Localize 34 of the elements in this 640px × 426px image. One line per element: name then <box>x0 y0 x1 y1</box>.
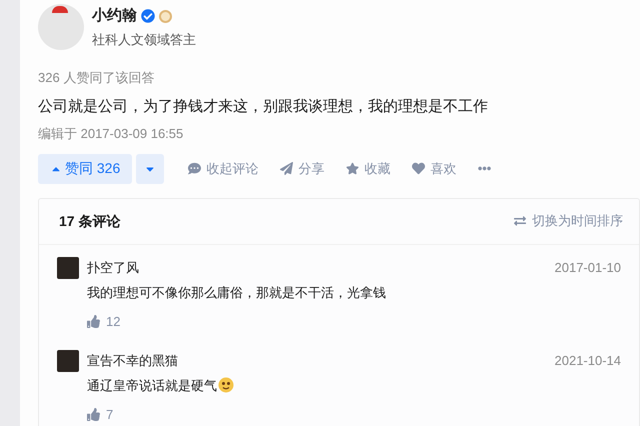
verified-icon <box>141 9 155 24</box>
user-avatar <box>57 350 79 372</box>
comment-text: 我的理想可不像你那么庸俗，那就是不干活，光拿钱 <box>87 284 386 302</box>
thumbs-up-icon <box>87 408 100 422</box>
hat-icon <box>52 6 68 13</box>
badge-icon <box>159 10 172 23</box>
thumbs-up-icon <box>87 315 100 328</box>
action-button[interactable]: 喜欢 <box>412 158 456 178</box>
upvote-button[interactable]: 赞同 326 <box>38 154 132 184</box>
comment-user[interactable]: 宣告不幸的黑猫 <box>87 350 178 370</box>
comment-user[interactable]: 扑空了风 <box>87 258 139 278</box>
user-avatar <box>57 256 79 278</box>
like-button[interactable]: 12 <box>87 312 120 332</box>
comment-text: 通辽皇帝说话就是硬气 <box>87 376 217 394</box>
comment-date: 2017-01-10 <box>554 258 621 277</box>
speech-bubble-icon <box>188 162 202 175</box>
author-name[interactable]: 小约翰 <box>92 5 137 28</box>
heart-icon <box>412 162 426 175</box>
action-button[interactable]: 收起评论 <box>188 158 258 178</box>
swap-icon <box>514 215 526 227</box>
vote-summary: 326 人赞同了该回答 <box>38 69 156 87</box>
paper-plane-icon <box>280 162 294 175</box>
smiling-face-icon <box>218 377 234 394</box>
downvote-button[interactable] <box>136 154 164 184</box>
author-title: 社科人文领域答主 <box>92 30 196 48</box>
comment-count: 17 条评论 <box>59 212 120 230</box>
comment-date: 2021-10-14 <box>554 352 621 370</box>
action-button[interactable]: 收藏 <box>346 158 390 178</box>
like-button[interactable]: 7 <box>87 405 114 424</box>
action-button[interactable]: 分享 <box>280 158 324 178</box>
edit-date: 编辑于 2017-03-09 16:55 <box>38 125 184 143</box>
sort-toggle[interactable]: 切换为时间排序 <box>514 211 623 231</box>
star-icon <box>346 162 360 175</box>
answer-text: 公司就是公司，为了挣钱才来这，别跟我谈理想，我的理想是不工作 <box>38 96 489 116</box>
